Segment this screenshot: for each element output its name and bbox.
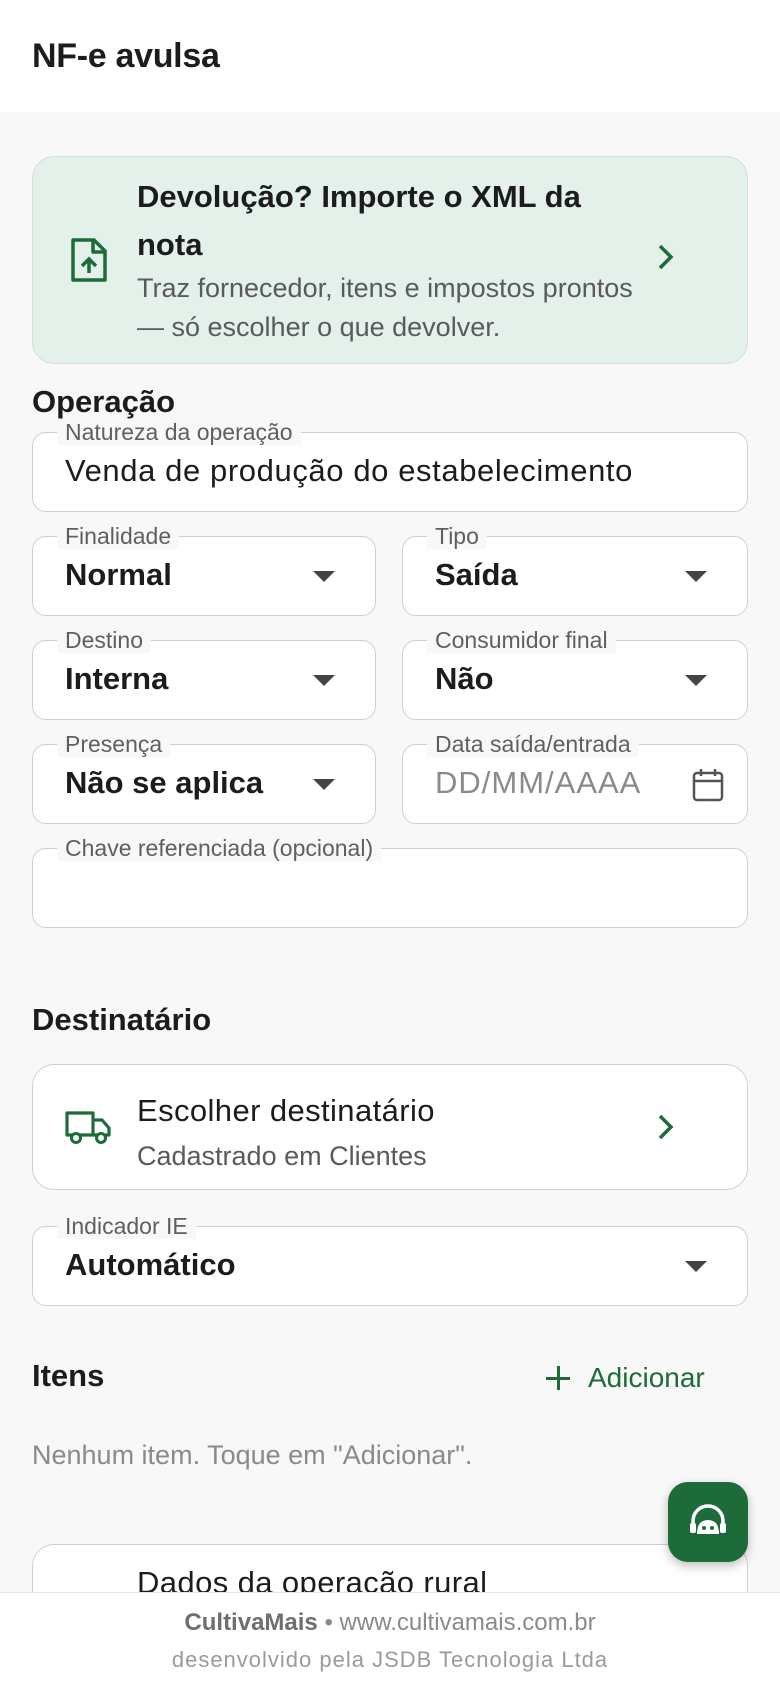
import-card-subtitle: Traz fornecedor, itens e impostos pronto…	[137, 273, 633, 342]
natureza-field[interactable]: Natureza da operação Venda de produção d…	[32, 419, 748, 512]
indicador-ie-label: Indicador IE	[57, 1213, 196, 1239]
data-saida-label: Data saída/entrada	[427, 731, 639, 757]
data-saida-placeholder: DD/MM/AAAA	[435, 765, 642, 800]
presenca-label: Presença	[57, 731, 171, 757]
app-bar: NF-e avulsa	[0, 0, 780, 112]
footer-brand: CultivaMais	[184, 1609, 318, 1636]
finalidade-label: Finalidade	[57, 523, 180, 549]
dropdown-arrow-icon	[313, 779, 335, 790]
import-xml-card[interactable]: Devolução? Importe o XML da nota Traz fo…	[32, 156, 748, 364]
dropdown-arrow-icon	[685, 675, 707, 686]
footer: CultivaMais • www.cultivamais.com.br des…	[0, 1592, 780, 1688]
consumidor-final-label: Consumidor final	[427, 627, 616, 653]
form-content[interactable]: Devolução? Importe o XML da nota Traz fo…	[0, 112, 780, 1592]
empty-items-text: Nenhum item. Toque em "Adicionar".	[32, 1440, 473, 1470]
natureza-value: Venda de produção do estabelecimento	[65, 453, 633, 488]
footer-url[interactable]: www.cultivamais.com.br	[340, 1609, 596, 1636]
dropdown-arrow-icon	[685, 571, 707, 582]
data-saida-field[interactable]: Data saída/entrada DD/MM/AAAA	[402, 731, 748, 824]
page-title: NF-e avulsa	[32, 36, 220, 75]
section-title-operacao: Operação	[32, 384, 176, 419]
finalidade-select[interactable]: Finalidade Normal	[32, 523, 376, 616]
destino-label: Destino	[57, 627, 151, 653]
choose-recipient-card[interactable]: Escolher destinatário Cadastrado em Clie…	[32, 1064, 748, 1190]
dropdown-arrow-icon	[313, 675, 335, 686]
destino-value: Interna	[65, 661, 169, 696]
section-title-destinatario: Destinatário	[32, 1002, 212, 1037]
natureza-label: Natureza da operação	[57, 419, 301, 445]
dropdown-arrow-icon	[313, 571, 335, 582]
footer-separator: •	[324, 1609, 333, 1636]
tipo-value: Saída	[435, 557, 518, 592]
tipo-select[interactable]: Tipo Saída	[402, 523, 748, 616]
indicador-ie-value: Automático	[65, 1247, 236, 1282]
destino-select[interactable]: Destino Interna	[32, 627, 376, 720]
truck-icon	[65, 1111, 111, 1144]
add-item-button[interactable]: Adicionar	[546, 1358, 705, 1398]
presenca-value: Não se aplica	[65, 765, 264, 800]
consumidor-final-select[interactable]: Consumidor final Não	[402, 627, 748, 720]
plus-icon	[546, 1366, 570, 1390]
add-item-label: Adicionar	[588, 1362, 705, 1393]
tipo-label: Tipo	[427, 523, 487, 549]
finalidade-value: Normal	[65, 557, 172, 592]
indicador-ie-select[interactable]: Indicador IE Automático	[32, 1213, 748, 1306]
rural-operation-card[interactable]: Dados da operação rural	[32, 1544, 748, 1592]
chevron-right-icon	[658, 1114, 674, 1140]
consumidor-final-value: Não	[435, 661, 494, 696]
import-card-title: Devolução? Importe o XML da nota	[137, 179, 581, 262]
chave-referenciada-field[interactable]: Chave referenciada (opcional)	[32, 835, 748, 928]
file-upload-icon	[71, 238, 107, 282]
footer-line: CultivaMais • www.cultivamais.com.br	[0, 1609, 780, 1637]
dropdown-arrow-icon	[685, 1261, 707, 1272]
chave-referenciada-label: Chave referenciada (opcional)	[57, 835, 382, 861]
section-title-itens: Itens	[32, 1358, 105, 1393]
chevron-right-icon	[658, 244, 674, 270]
rural-operation-title: Dados da operação rural	[137, 1565, 488, 1592]
choose-recipient-subtitle: Cadastrado em Clientes	[137, 1141, 427, 1171]
support-fab-button[interactable]	[668, 1482, 748, 1562]
footer-credit: desenvolvido pela JSDB Tecnologia Ltda	[171, 1647, 609, 1672]
calendar-icon[interactable]	[691, 767, 725, 803]
choose-recipient-title: Escolher destinatário	[137, 1093, 435, 1128]
support-agent-icon	[690, 1504, 726, 1534]
presenca-select[interactable]: Presença Não se aplica	[32, 731, 376, 824]
